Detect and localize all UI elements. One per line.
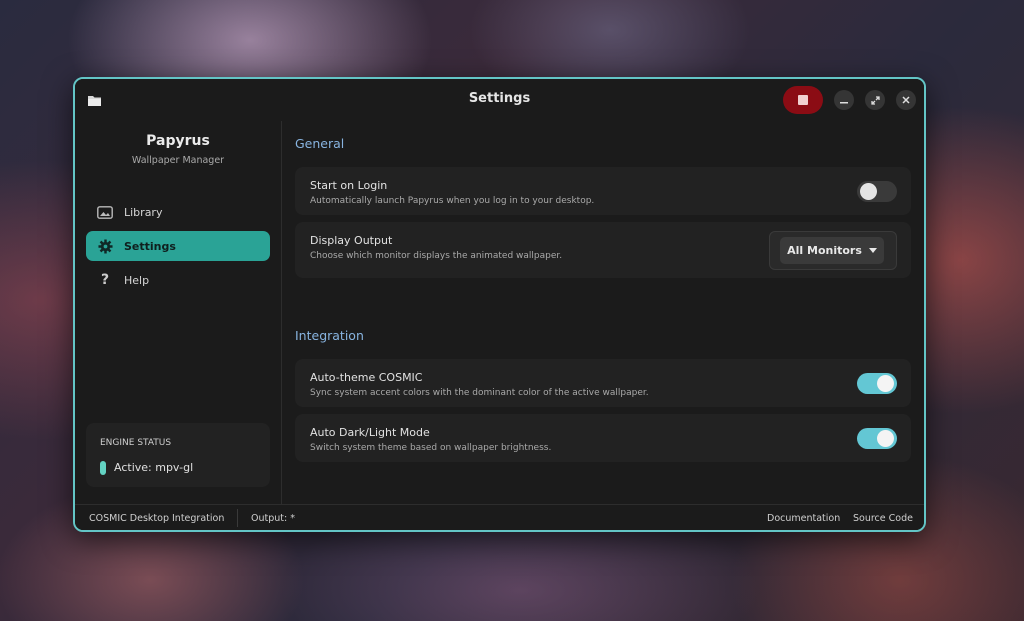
display-output-dropdown-container: All Monitors	[769, 231, 897, 270]
status-divider	[237, 509, 238, 527]
app-name: Papyrus	[146, 133, 210, 149]
section-title-integration: Integration	[295, 328, 364, 343]
setting-title: Start on Login	[310, 179, 388, 192]
sidebar-item-label: Library	[124, 205, 163, 219]
sidebar-item-help[interactable]: ? Help	[86, 265, 270, 295]
sidebar-item-label: Help	[124, 273, 150, 287]
gear-icon	[96, 238, 114, 254]
integration-status: COSMIC Desktop Integration	[89, 513, 225, 524]
status-indicator	[100, 461, 106, 475]
setting-description: Choose which monitor displays the animat…	[310, 251, 563, 261]
maximize-button[interactable]	[865, 90, 885, 110]
sidebar-item-label: Settings	[124, 239, 176, 253]
setting-auto-theme: Auto-theme COSMIC Sync system accent col…	[295, 359, 911, 407]
stop-icon	[798, 95, 808, 105]
close-button[interactable]	[896, 90, 916, 110]
engine-status-value: Active: mpv-gl	[114, 461, 194, 474]
display-output-dropdown[interactable]: All Monitors	[780, 237, 884, 264]
status-bar: COSMIC Desktop Integration Output: * Doc…	[75, 504, 924, 530]
title-bar: Settings	[75, 79, 924, 121]
auto-dark-light-toggle[interactable]	[857, 428, 897, 449]
settings-content: General Start on Login Automatically lau…	[282, 121, 924, 504]
setting-display-output: Display Output Choose which monitor disp…	[295, 222, 911, 278]
maximize-icon	[870, 95, 880, 105]
toggle-knob	[877, 430, 894, 447]
dropdown-selected-value: All Monitors	[787, 244, 862, 257]
settings-window: Settings Papyrus Wallpaper Manager Libra…	[73, 77, 926, 532]
setting-auto-dark-light: Auto Dark/Light Mode Switch system theme…	[295, 414, 911, 462]
engine-status-label: ENGINE STATUS	[100, 438, 172, 448]
section-title-general: General	[295, 136, 345, 151]
chevron-down-icon	[868, 248, 877, 253]
close-icon	[902, 96, 910, 104]
setting-title: Auto-theme COSMIC	[310, 371, 423, 384]
sidebar-item-settings[interactable]: Settings	[86, 231, 270, 261]
engine-status-card: ENGINE STATUS Active: mpv-gl	[86, 423, 270, 487]
question-icon: ?	[100, 272, 110, 288]
source-code-link[interactable]: Source Code	[853, 513, 913, 524]
sidebar: Papyrus Wallpaper Manager Library Settin…	[75, 121, 282, 504]
documentation-link[interactable]: Documentation	[767, 513, 840, 524]
start-on-login-toggle[interactable]	[857, 181, 897, 202]
auto-theme-toggle[interactable]	[857, 373, 897, 394]
setting-description: Switch system theme based on wallpaper b…	[310, 443, 552, 453]
setting-description: Automatically launch Papyrus when you lo…	[310, 196, 595, 206]
output-status: Output: *	[251, 513, 295, 524]
app-subtitle: Wallpaper Manager	[131, 155, 225, 166]
minimize-icon	[840, 102, 848, 104]
sidebar-item-library[interactable]: Library	[86, 197, 270, 227]
setting-title: Auto Dark/Light Mode	[310, 426, 430, 439]
stop-recording-button[interactable]	[783, 86, 823, 114]
setting-description: Sync system accent colors with the domin…	[310, 388, 649, 398]
toggle-knob	[860, 183, 877, 200]
minimize-button[interactable]	[834, 90, 854, 110]
setting-title: Display Output	[310, 234, 393, 247]
setting-start-on-login: Start on Login Automatically launch Papy…	[295, 167, 911, 215]
toggle-knob	[877, 375, 894, 392]
image-icon	[96, 205, 114, 219]
